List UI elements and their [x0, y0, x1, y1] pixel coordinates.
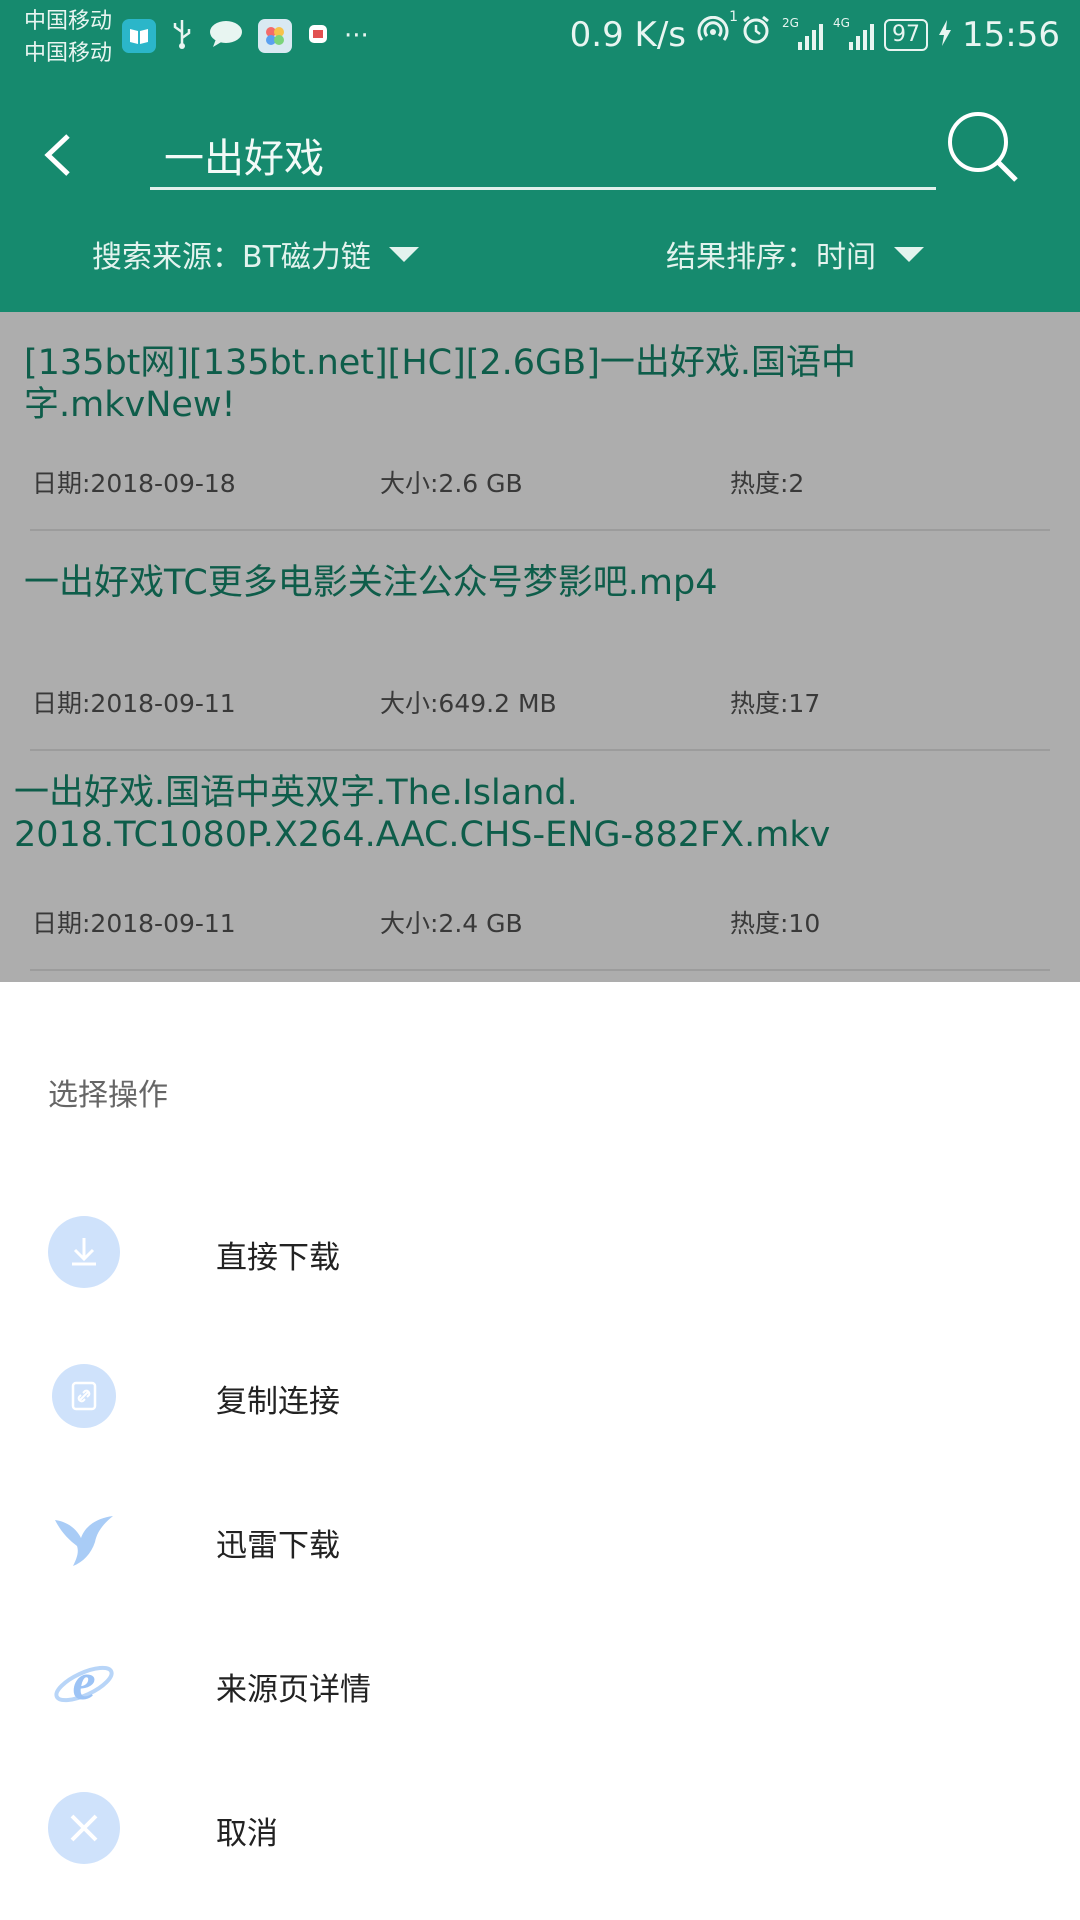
net-speed: 0.9 K/s — [569, 14, 687, 55]
app-badge-icon — [306, 22, 330, 50]
carrier-2: 中国移动 — [24, 41, 113, 66]
thunder-download-action[interactable]: 迅雷下载 — [0, 1468, 1080, 1612]
sort-label: 结果排序：时间 — [666, 240, 876, 275]
notification-icons: ··· — [122, 18, 369, 54]
thunder-bird-icon — [48, 1504, 120, 1576]
status-right: 0.9 K/s 1 2G 4G 97 15:56 — [569, 9, 1060, 55]
search-input[interactable]: 一出好戏 — [150, 128, 936, 190]
back-button[interactable] — [38, 134, 80, 176]
clock: 15:56 — [962, 14, 1060, 55]
thunder-download-label: 迅雷下载 — [216, 1528, 340, 1564]
source-filter-label: 搜索来源：BT磁力链 — [92, 240, 371, 275]
dim-overlay[interactable] — [0, 312, 1080, 982]
status-bar: 中国移动 中国移动 ··· 0.9 K/s 1 2G 4G 97 15:56 — [0, 0, 1080, 82]
direct-download-action[interactable]: 直接下载 — [0, 1180, 1080, 1324]
browser-e-icon: e — [48, 1648, 120, 1720]
dropdown-arrow-icon — [388, 246, 419, 262]
cancel-action[interactable]: 取消 — [0, 1756, 1080, 1900]
signal-4g-icon: 4G — [833, 16, 875, 50]
usb-icon — [170, 18, 194, 54]
copy-link-icon — [52, 1364, 116, 1428]
direct-download-label: 直接下载 — [216, 1240, 340, 1276]
alarm-icon — [740, 14, 772, 55]
source-page-details-action[interactable]: e 来源页详情 — [0, 1612, 1080, 1756]
hotspot-count: 1 — [729, 8, 739, 25]
close-icon — [48, 1792, 120, 1864]
signal-2g-icon: 2G — [782, 16, 824, 50]
app-header: 中国移动 中国移动 ··· 0.9 K/s 1 2G 4G 97 15:56 一… — [0, 0, 1080, 312]
action-sheet-title: 选择操作 — [48, 1078, 168, 1113]
signal-2g-label: 2G — [782, 15, 799, 30]
dropdown-arrow-icon — [894, 246, 924, 262]
download-icon — [48, 1216, 120, 1288]
action-sheet: 选择操作 直接下载 复制连接 迅雷下载 e 来源页详情 取消 — [0, 982, 1080, 1920]
search-button[interactable] — [944, 108, 1024, 188]
charging-icon — [938, 15, 952, 55]
photos-app-icon — [258, 19, 292, 53]
svg-text:e: e — [72, 1654, 95, 1711]
carrier-info: 中国移动 中国移动 — [24, 6, 112, 70]
source-filter-dropdown[interactable]: 搜索来源：BT磁力链 — [92, 232, 419, 276]
chat-bubble-icon — [208, 19, 244, 53]
cancel-label: 取消 — [216, 1816, 278, 1852]
sort-dropdown[interactable]: 结果排序：时间 — [666, 232, 924, 276]
back-arrow-icon — [44, 134, 70, 176]
copy-link-action[interactable]: 复制连接 — [0, 1324, 1080, 1468]
battery-indicator: 97 — [884, 18, 929, 51]
carrier-1: 中国移动 — [24, 9, 113, 34]
hotspot-icon: 1 — [696, 9, 738, 55]
copy-link-label: 复制连接 — [216, 1384, 340, 1420]
more-notifications-icon: ··· — [344, 21, 369, 51]
book-app-icon — [122, 19, 156, 53]
source-page-details-label: 来源页详情 — [216, 1672, 371, 1708]
signal-4g-label: 4G — [833, 15, 850, 30]
search-icon — [948, 112, 1018, 182]
